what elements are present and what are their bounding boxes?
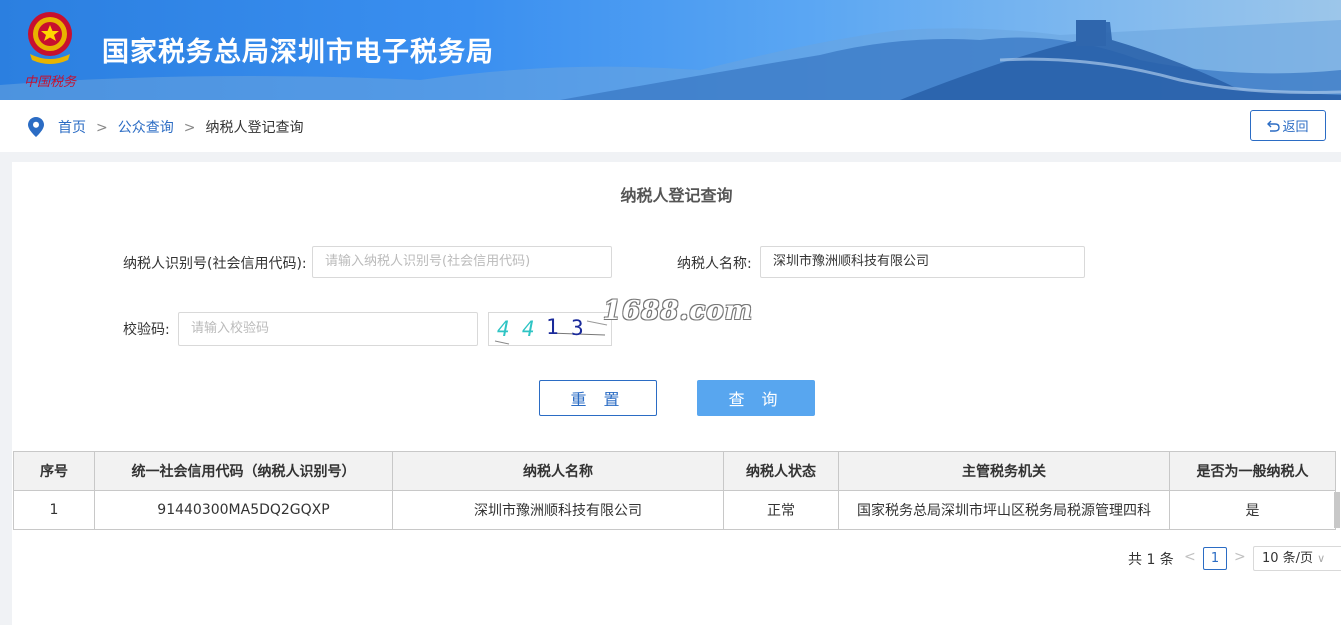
cell-taxpayer-name: 深圳市豫洲顺科技有限公司 <box>392 490 724 530</box>
reset-button[interactable]: 重 置 <box>539 380 657 416</box>
page-size-select[interactable]: 10 条/页 ∨ <box>1253 546 1341 571</box>
taxpayer-name-input[interactable]: 深圳市豫洲顺科技有限公司 <box>760 246 1085 278</box>
tax-emblem-icon: 中国税务 <box>24 12 77 90</box>
breadcrumb-bar: 首页 > 公众查询 > 纳税人登记查询 返回 <box>0 100 1341 152</box>
left-gutter <box>0 152 12 625</box>
captcha-label: 校验码: <box>123 322 170 338</box>
location-pin-icon <box>28 117 44 137</box>
back-button-label: 返回 <box>1282 120 1309 135</box>
captcha-digit-4: 3 <box>571 316 584 340</box>
table-scrollbar[interactable] <box>1334 492 1340 528</box>
taxpayer-id-input[interactable]: 请输入纳税人识别号(社会信用代码) <box>312 246 612 278</box>
pagination-total: 共 1 条 <box>1128 552 1174 568</box>
page-size-value: 10 条/页 <box>1262 551 1314 566</box>
captcha-digit-2: 4 <box>522 317 535 341</box>
breadcrumb-separator: > <box>183 120 196 136</box>
captcha-digit-1: 4 <box>497 317 510 341</box>
taxpayer-name-label: 纳税人名称: <box>677 256 752 272</box>
query-button[interactable]: 查 询 <box>697 380 815 416</box>
header-general-taxpayer: 是否为一般纳税人 <box>1169 451 1336 491</box>
header-taxpayer-name: 纳税人名称 <box>392 451 724 491</box>
header-credit-code: 统一社会信用代码（纳税人识别号） <box>94 451 393 491</box>
watermark-text: 1688.com <box>603 296 754 326</box>
captcha-graphic: 4 4 1 3 <box>494 315 608 345</box>
taxpayer-id-label: 纳税人识别号(社会信用代码): <box>123 256 307 272</box>
results-table: 序号 统一社会信用代码（纳税人识别号） 纳税人名称 纳税人状态 主管税务机关 是… <box>13 451 1336 530</box>
header-banner: 中国税务 国家税务总局深圳市电子税务局 <box>0 0 1341 100</box>
chevron-down-icon: ∨ <box>1317 552 1326 565</box>
header-taxpayer-status: 纳税人状态 <box>723 451 839 491</box>
cell-index: 1 <box>13 490 95 530</box>
captcha-image[interactable]: 4 4 1 3 <box>488 312 612 346</box>
page-1-button[interactable]: 1 <box>1203 547 1227 570</box>
back-button[interactable]: 返回 <box>1250 110 1326 141</box>
svg-text:中国税务: 中国税务 <box>24 75 77 90</box>
cell-general-taxpayer: 是 <box>1169 490 1336 530</box>
section-divider <box>0 152 1341 162</box>
cell-tax-authority: 国家税务总局深圳市坪山区税务局税源管理四科 <box>838 490 1170 530</box>
cell-credit-code: 91440300MA5DQ2GQXP <box>94 490 393 530</box>
captcha-input[interactable]: 请输入校验码 <box>178 312 478 346</box>
undo-arrow-icon <box>1267 120 1281 132</box>
header-tax-authority: 主管税务机关 <box>838 451 1170 491</box>
form-title: 纳税人登记查询 <box>620 186 733 205</box>
header-index: 序号 <box>13 451 95 491</box>
breadcrumb-home[interactable]: 首页 <box>58 120 86 136</box>
breadcrumb-public-query[interactable]: 公众查询 <box>118 120 174 136</box>
breadcrumb: 首页 > 公众查询 > 纳税人登记查询 <box>58 117 303 137</box>
cell-taxpayer-status: 正常 <box>723 490 839 530</box>
table-header-row: 序号 统一社会信用代码（纳税人识别号） 纳税人名称 纳税人状态 主管税务机关 是… <box>13 451 1336 491</box>
captcha-digit-3: 1 <box>546 315 559 339</box>
table-row: 1 91440300MA5DQ2GQXP 深圳市豫洲顺科技有限公司 正常 国家税… <box>13 490 1336 530</box>
breadcrumb-separator: > <box>96 120 108 136</box>
site-title: 国家税务总局深圳市电子税务局 <box>102 37 494 68</box>
breadcrumb-current: 纳税人登记查询 <box>205 120 304 136</box>
next-page-button[interactable]: > <box>1234 549 1246 565</box>
prev-page-button[interactable]: < <box>1184 549 1196 565</box>
